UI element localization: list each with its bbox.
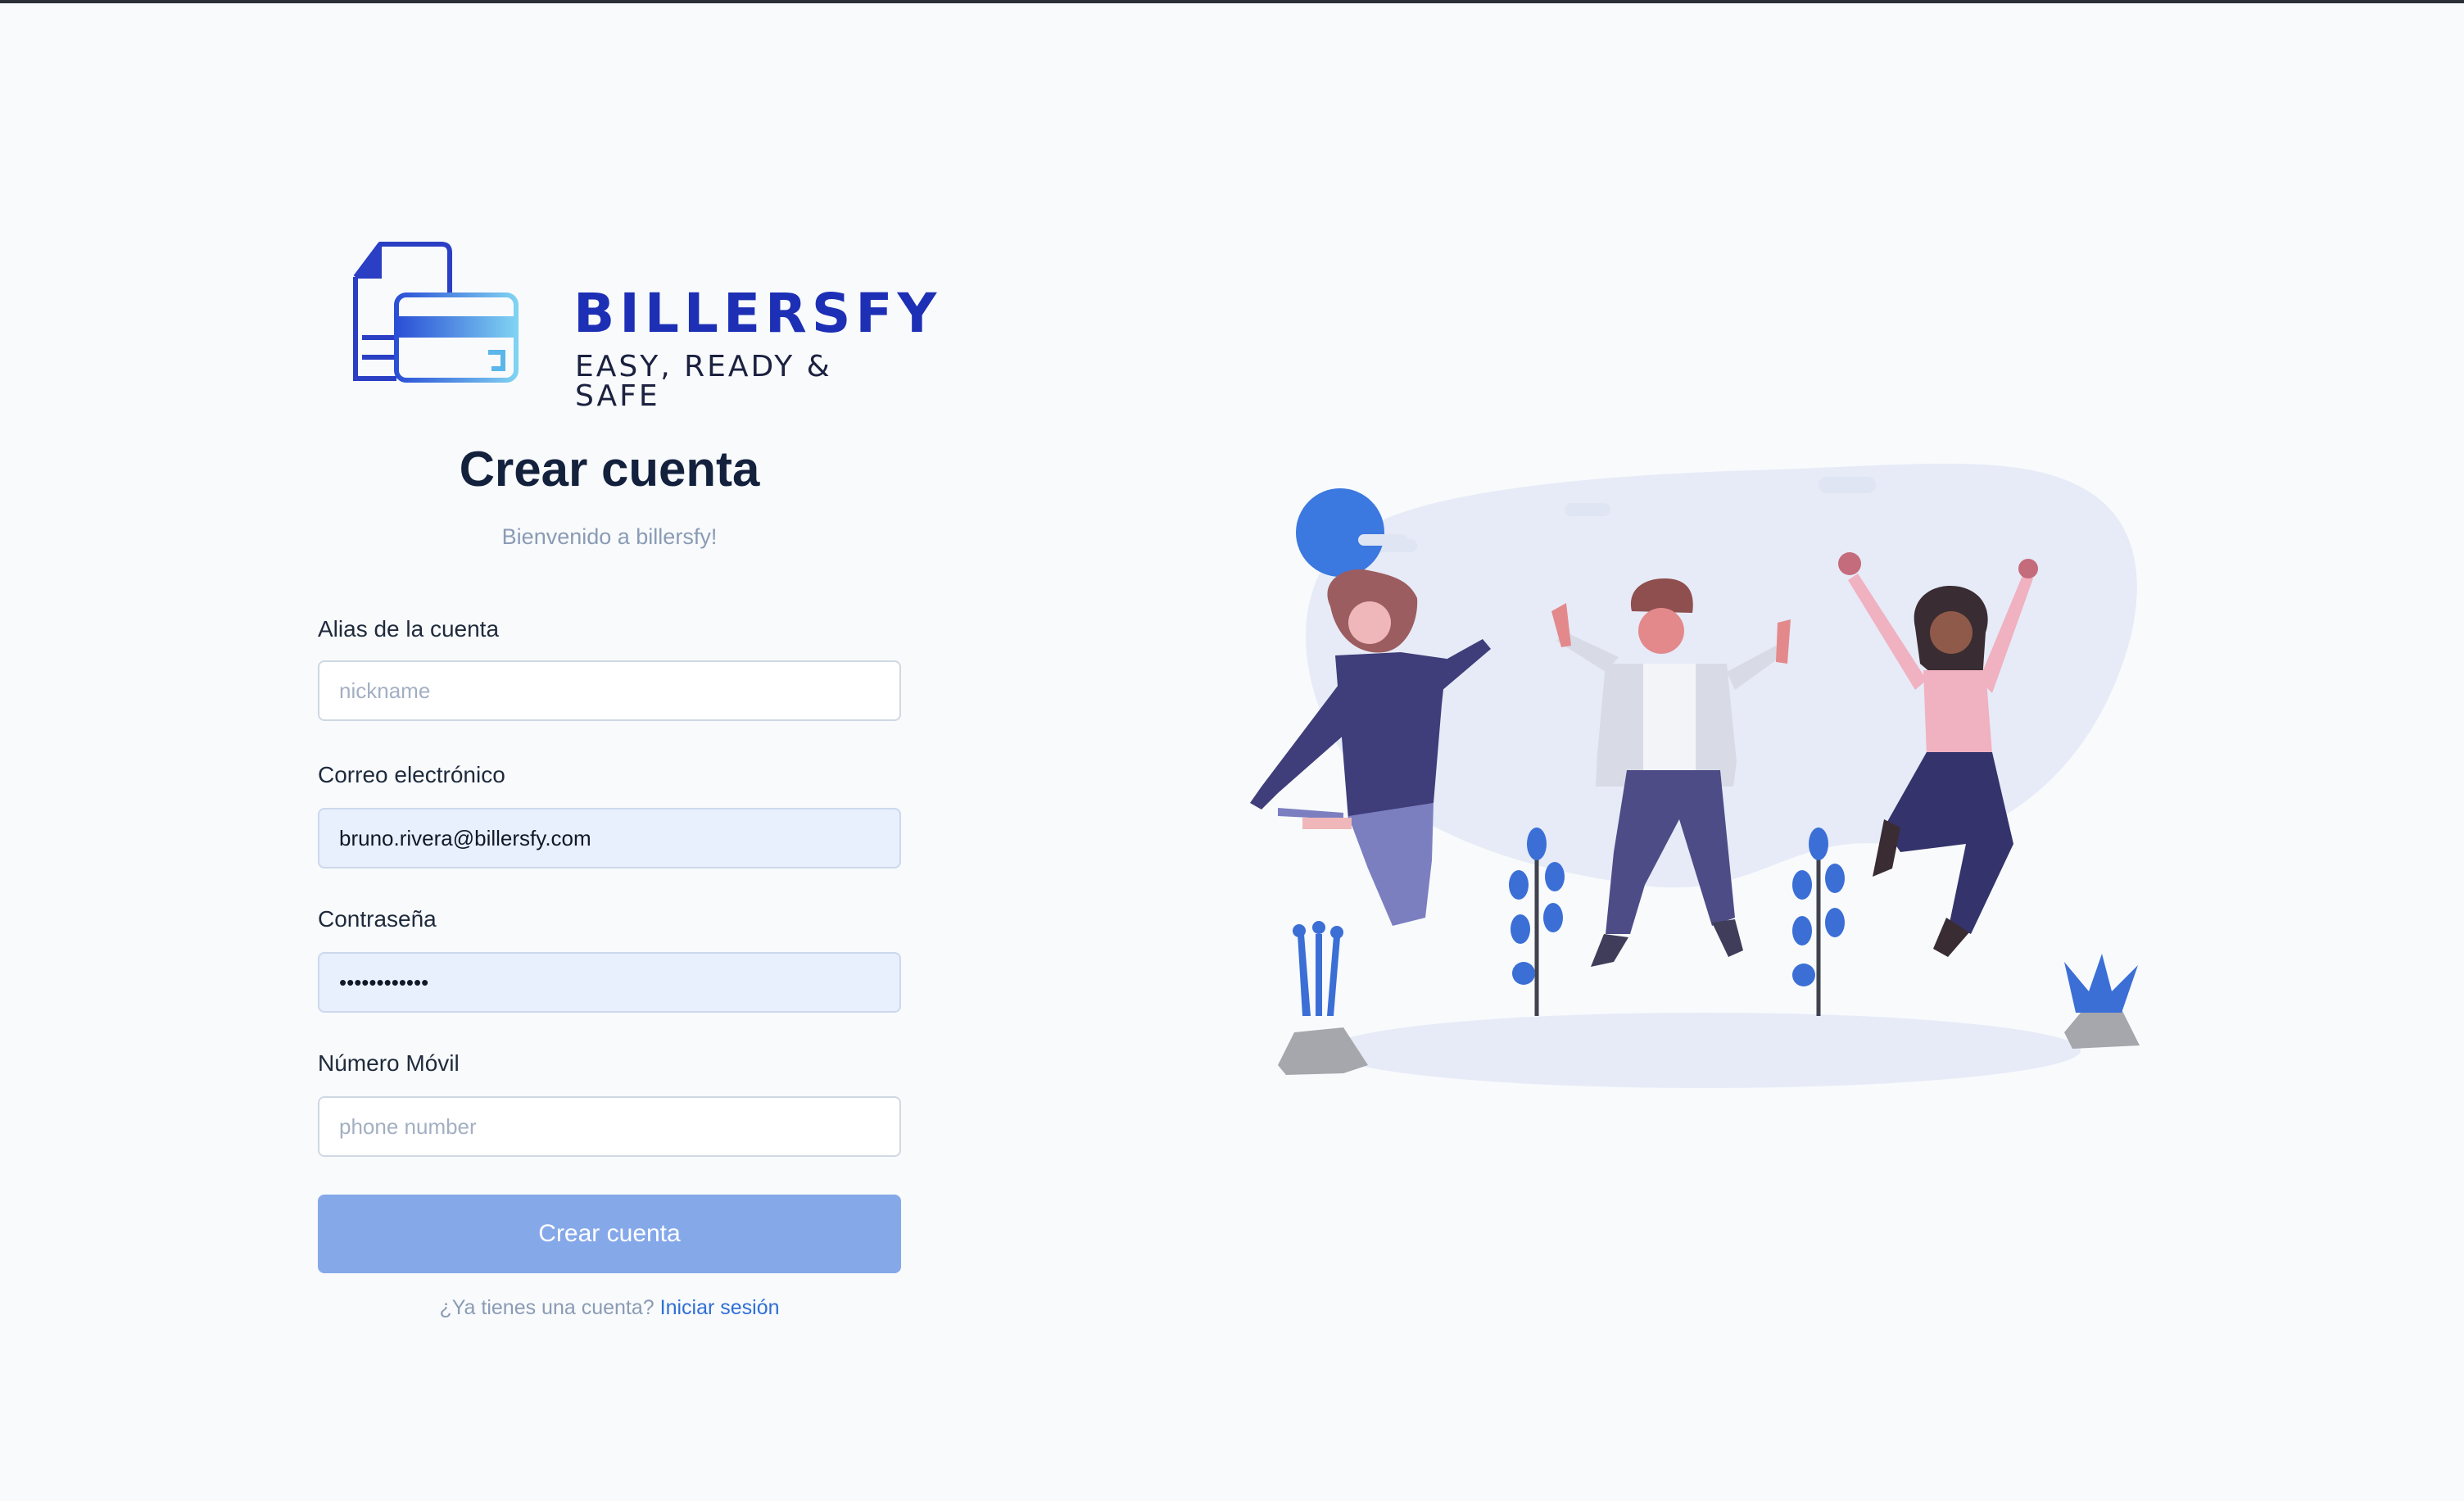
login-link[interactable]: Iniciar sesión bbox=[660, 1296, 780, 1319]
password-input[interactable] bbox=[318, 952, 901, 1013]
celebration-illustration bbox=[1250, 463, 2140, 1088]
email-label: Correo electrónico bbox=[318, 762, 505, 787]
create-account-button[interactable]: Crear cuenta bbox=[318, 1195, 901, 1273]
login-prompt: ¿Ya tienes una cuenta? Iniciar sesión bbox=[318, 1296, 901, 1320]
phone-input[interactable] bbox=[318, 1096, 901, 1157]
login-prompt-text: ¿Ya tienes una cuenta? bbox=[439, 1296, 654, 1319]
page-title: Crear cuenta bbox=[459, 442, 760, 497]
alias-input[interactable] bbox=[318, 660, 901, 721]
card-document-icon bbox=[353, 242, 519, 383]
brand-tagline: EASY, READY & SAFE bbox=[575, 350, 832, 413]
brand-logo: BILLERSFY EASY, READY & SAFE bbox=[347, 238, 936, 411]
alias-label: Alias de la cuenta bbox=[318, 616, 500, 642]
page-subtitle: Bienvenido a billersfy! bbox=[501, 524, 718, 549]
password-label: Contraseña bbox=[318, 906, 437, 932]
brand-name: BILLERSFY bbox=[573, 282, 942, 345]
phone-label: Número Móvil bbox=[318, 1050, 460, 1076]
window-top-border bbox=[0, 0, 2464, 3]
email-input[interactable] bbox=[318, 808, 901, 868]
